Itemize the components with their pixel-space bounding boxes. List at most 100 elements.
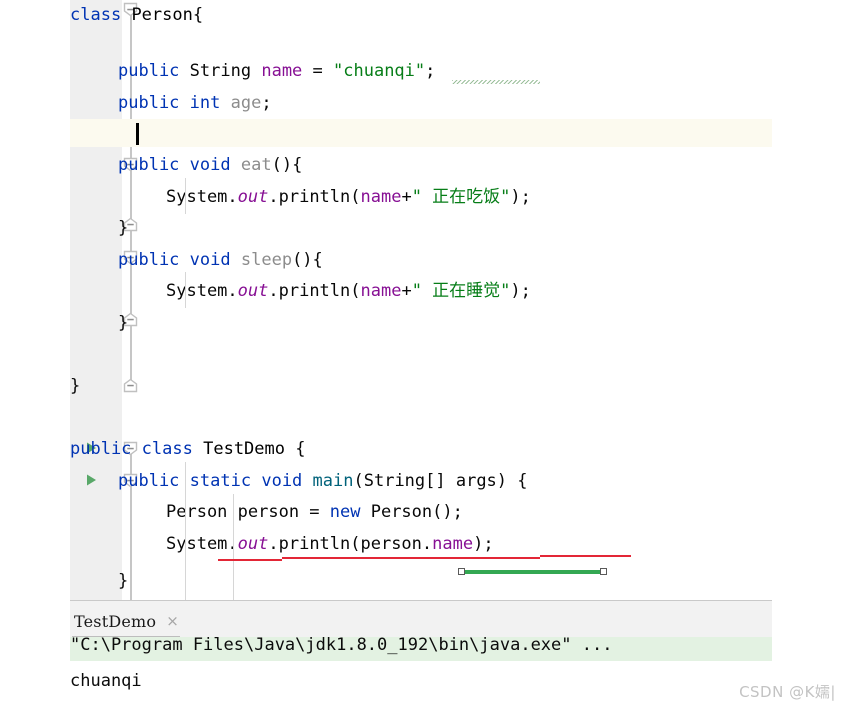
line-method-sleep-token-3: [231, 250, 241, 270]
line-method-eat-token-2: void: [189, 155, 231, 175]
indent-guide-1: [185, 178, 186, 214]
line-println-sleep-token-6: );: [510, 281, 531, 301]
line-method-eat[interactable]: public void eat(){: [70, 150, 302, 182]
line-println-personname-token-1: out: [237, 534, 269, 554]
line-println-eat-token-0: System.: [166, 187, 238, 207]
line-close-person-token-0: }: [70, 376, 81, 396]
line-println-eat-token-3: name: [360, 187, 402, 207]
line-close-person[interactable]: }: [70, 371, 80, 403]
line-println-personname-token-2: .println(person.: [268, 534, 433, 554]
line-println-personname[interactable]: System.out.println(person.name);: [70, 529, 494, 561]
run-console-panel: TestDemo × "C:\Program Files\Java\jdk1.8…: [70, 600, 772, 712]
line-main[interactable]: public static void main(String[] args) {: [70, 466, 528, 498]
csdn-watermark: CSDN @K嬬|: [739, 683, 836, 701]
line-println-sleep-token-2: .println(: [268, 281, 361, 301]
line-println-eat-token-6: );: [510, 187, 531, 207]
line-field-age-token-2: int: [189, 93, 221, 113]
line-method-eat-token-1: [179, 155, 189, 175]
line-println-personname-token-4: );: [473, 534, 494, 554]
line-close-eat[interactable]: }: [70, 213, 128, 245]
line-field-age[interactable]: public int age;: [70, 88, 272, 120]
line-class-testdemo-token-5: {: [285, 439, 306, 459]
line-println-personname-token-3: name: [432, 534, 474, 554]
line-field-age-token-4: age: [230, 93, 262, 113]
green-range-handle-left[interactable]: [458, 568, 465, 575]
line-println-eat-token-4: +: [401, 187, 412, 207]
line-class-person-token-1: [121, 5, 131, 25]
line-new-person-token-0: Person person =: [166, 502, 330, 522]
typo-squiggle-chuanqi: [452, 80, 540, 84]
line-println-sleep-token-4: +: [401, 281, 412, 301]
line-class-testdemo-token-2: class: [141, 439, 193, 459]
line-method-sleep-token-5: (){: [292, 250, 323, 270]
line-close-sleep-token-0: }: [118, 313, 129, 333]
line-field-age-token-3: [220, 93, 230, 113]
line-field-name-token-3: [251, 61, 261, 81]
line-class-testdemo[interactable]: public class TestDemo {: [70, 434, 305, 466]
line-field-name[interactable]: public String name = "chuanqi";: [70, 56, 435, 88]
line-field-age-token-5: ;: [261, 93, 272, 113]
line-println-eat-token-2: .println(: [268, 187, 361, 207]
line-method-sleep-token-0: public: [118, 250, 180, 270]
line-close-main-token-0: }: [118, 571, 129, 591]
line-class-testdemo-token-0: public: [70, 439, 132, 459]
line-method-eat-token-5: (){: [271, 155, 303, 175]
line-field-name-token-7: ;: [425, 61, 436, 81]
line-field-name-token-1: [179, 61, 189, 81]
close-icon[interactable]: ×: [166, 613, 179, 629]
green-range-handle-right[interactable]: [600, 568, 607, 575]
line-main-token-0: public: [118, 471, 180, 491]
indent-guide-4: [233, 494, 234, 600]
line-method-sleep[interactable]: public void sleep(){: [70, 245, 323, 277]
console-output-body[interactable]: "C:\Program Files\Java\jdk1.8.0_192\bin\…: [70, 637, 772, 712]
console-tab-label: TestDemo: [74, 611, 157, 631]
line-method-eat-token-0: public: [118, 155, 180, 175]
line-field-name-token-0: public: [118, 61, 180, 81]
line-main-token-5: [302, 471, 312, 491]
line-println-eat[interactable]: System.out.println(name+" 正在吃饭");: [70, 182, 531, 214]
line-println-eat-token-1: out: [237, 187, 269, 207]
line-method-sleep-token-4: sleep: [240, 250, 293, 270]
line-field-name-token-2: String: [189, 61, 252, 81]
line-println-sleep[interactable]: System.out.println(name+" 正在睡觉");: [70, 276, 531, 308]
line-close-main[interactable]: }: [70, 566, 128, 598]
console-output-line-0: chuanqi: [70, 671, 142, 691]
red-underline-segment-1: [218, 559, 282, 561]
line-class-person[interactable]: class Person{: [70, 0, 203, 32]
line-field-age-token-0: public: [118, 93, 180, 113]
line-class-person-token-0: class: [70, 5, 122, 25]
line-class-testdemo-token-3: [193, 439, 203, 459]
code-text-area[interactable]: class Person{ public String name = "chuan…: [70, 0, 702, 600]
line-println-personname-token-0: System.: [166, 534, 238, 554]
indent-guide-2: [185, 272, 186, 308]
red-underline-segment-3: [540, 555, 631, 557]
line-println-sleep-token-1: out: [237, 281, 269, 301]
line-field-name-token-5: =: [302, 61, 334, 81]
line-field-name-token-4: name: [261, 61, 303, 81]
line-main-token-4: void: [261, 471, 303, 491]
console-tab-bar: TestDemo ×: [70, 600, 772, 639]
green-range-bar[interactable]: [462, 570, 604, 574]
line-close-eat-token-0: }: [118, 218, 129, 238]
line-new-person-token-2: Person();: [360, 502, 463, 522]
line-main-token-3: [251, 471, 261, 491]
line-new-person[interactable]: Person person = new Person();: [70, 497, 463, 529]
red-underline-segment-2: [282, 557, 540, 559]
line-println-eat-token-5: " 正在吃饭": [411, 187, 511, 207]
console-command-line: "C:\Program Files\Java\jdk1.8.0_192\bin\…: [70, 637, 613, 655]
console-tab-testdemo[interactable]: TestDemo ×: [72, 606, 187, 636]
line-method-eat-token-3: [231, 155, 241, 175]
line-main-token-6: main: [312, 471, 354, 491]
line-close-sleep[interactable]: }: [70, 308, 128, 340]
line-class-testdemo-token-4: TestDemo: [203, 439, 285, 459]
line-field-age-token-1: [179, 93, 189, 113]
line-println-sleep-token-5: " 正在睡觉": [411, 281, 511, 301]
text-caret: [136, 123, 139, 145]
line-field-name-token-6: "chuanqi": [333, 61, 426, 81]
line-println-sleep-token-3: name: [360, 281, 402, 301]
line-method-sleep-token-2: void: [189, 250, 231, 270]
line-main-token-2: static: [189, 471, 252, 491]
line-class-person-token-3: {: [192, 5, 204, 25]
line-new-person-token-1: new: [329, 502, 361, 522]
line-method-sleep-token-1: [179, 250, 189, 270]
